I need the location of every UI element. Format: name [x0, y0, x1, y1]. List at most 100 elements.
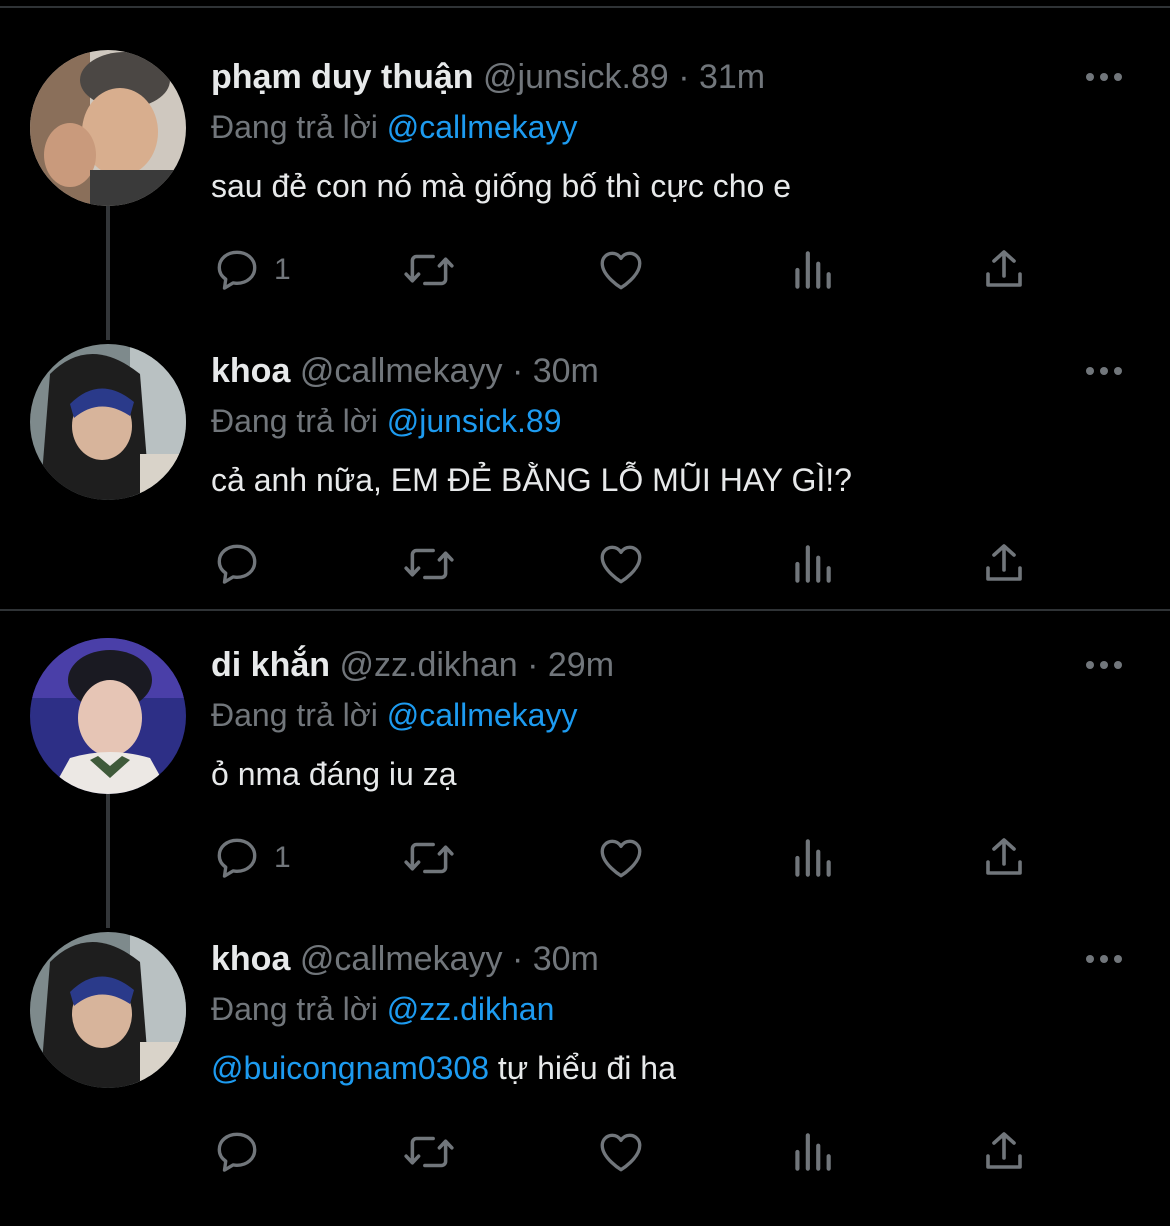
separator: ·: [511, 940, 524, 978]
reply-prefix: Đang trả lời: [211, 109, 378, 145]
tweet[interactable]: phạm duy thuận @junsick.89 · 31m Đang tr…: [0, 50, 1170, 344]
timestamp[interactable]: 31m: [699, 58, 765, 96]
top-divider: [0, 6, 1170, 8]
heart-icon: [600, 251, 642, 290]
display-name[interactable]: khoa: [211, 352, 290, 390]
share-icon: [986, 250, 1022, 287]
more-icon: [1086, 661, 1122, 669]
like-button[interactable]: [596, 538, 646, 590]
reply-context: Đang trả lời @junsick.89: [211, 399, 562, 443]
timestamp[interactable]: 30m: [533, 352, 599, 390]
like-button[interactable]: [596, 244, 646, 296]
tweet-header: phạm duy thuận @junsick.89 · 31m: [211, 55, 765, 99]
views-button[interactable]: [790, 244, 834, 296]
text-content: tự hiểu đi ha: [489, 1050, 676, 1086]
user-handle[interactable]: @callmekayy: [300, 352, 503, 390]
display-name[interactable]: di khắn: [211, 646, 330, 684]
views-button[interactable]: [790, 1126, 834, 1178]
tweet-text: ỏ nma đáng iu zạ: [211, 752, 457, 796]
text-mention[interactable]: @buicongnam0308: [211, 1050, 489, 1086]
views-icon: [795, 545, 831, 583]
text-content: ỏ nma đáng iu zạ: [211, 756, 457, 792]
heart-icon: [600, 1133, 642, 1172]
reply-to-mention[interactable]: @callmekayy: [387, 109, 578, 145]
reply-icon: [217, 838, 257, 878]
share-icon: [986, 838, 1022, 875]
share-button[interactable]: [980, 538, 1028, 590]
avatar[interactable]: [30, 344, 186, 500]
more-icon: [1086, 955, 1122, 963]
text-content: sau đẻ con nó mà giống bố thì cực cho e: [211, 168, 792, 204]
retweet-icon: [404, 1136, 454, 1168]
reply-to-mention[interactable]: @callmekayy: [387, 697, 578, 733]
retweet-icon: [404, 548, 454, 580]
reply-button[interactable]: [212, 1126, 274, 1178]
views-button[interactable]: [790, 538, 834, 590]
heart-icon: [600, 545, 642, 584]
retweet-button[interactable]: [402, 832, 456, 884]
avatar[interactable]: [30, 50, 186, 206]
share-button[interactable]: [980, 244, 1028, 296]
user-handle[interactable]: @callmekayy: [300, 940, 503, 978]
more-button[interactable]: [1082, 64, 1126, 90]
share-button[interactable]: [980, 1126, 1028, 1178]
retweet-button[interactable]: [402, 244, 456, 296]
heart-icon: [600, 839, 642, 878]
avatar[interactable]: [30, 638, 186, 794]
reply-prefix: Đang trả lời: [211, 991, 378, 1027]
timestamp[interactable]: 30m: [533, 940, 599, 978]
reply-to-mention[interactable]: @zz.dikhan: [387, 991, 555, 1027]
reply-to-mention[interactable]: @junsick.89: [387, 403, 562, 439]
reply-count: 1: [274, 253, 291, 286]
retweet-button[interactable]: [402, 538, 456, 590]
share-icon: [986, 544, 1022, 581]
tweet-text: @buicongnam0308 tự hiểu đi ha: [211, 1046, 676, 1090]
like-button[interactable]: [596, 832, 646, 884]
more-icon: [1086, 73, 1122, 81]
profile-photo-icon: [30, 932, 186, 1088]
reply-button[interactable]: 1: [212, 244, 291, 296]
separator: ·: [678, 58, 690, 96]
more-button[interactable]: [1082, 946, 1126, 972]
reply-button[interactable]: 1: [212, 832, 291, 884]
more-button[interactable]: [1082, 358, 1126, 384]
avatar[interactable]: [30, 932, 186, 1088]
display-name[interactable]: khoa: [211, 940, 290, 978]
user-handle[interactable]: @zz.dikhan: [339, 646, 517, 684]
like-button[interactable]: [596, 1126, 646, 1178]
profile-photo-icon: [30, 638, 186, 794]
reply-context: Đang trả lời @callmekayy: [211, 693, 577, 737]
more-button[interactable]: [1082, 652, 1126, 678]
user-handle[interactable]: @junsick.89: [483, 58, 669, 96]
reply-icon: [217, 250, 257, 290]
tweet-text: cả anh nữa, EM ĐẺ BẰNG LỖ MŨI HAY GÌ!?: [211, 458, 852, 502]
separator: ·: [511, 352, 524, 390]
views-icon: [795, 839, 831, 877]
tweet-header: khoa @callmekayy · 30m: [211, 937, 599, 981]
share-button[interactable]: [980, 832, 1028, 884]
tweet[interactable]: khoa @callmekayy · 30m Đang trả lời @jun…: [0, 344, 1170, 638]
profile-photo-icon: [30, 50, 186, 206]
views-icon: [795, 251, 831, 289]
tweet-header: di khắn @zz.dikhan · 29m: [211, 643, 614, 687]
retweet-icon: [404, 254, 454, 286]
reply-count: 1: [274, 841, 291, 874]
separator: ·: [527, 646, 539, 684]
retweet-icon: [404, 842, 454, 874]
reply-context: Đang trả lời @callmekayy: [211, 105, 577, 149]
reply-prefix: Đang trả lời: [211, 697, 378, 733]
text-content: cả anh nữa, EM ĐẺ BẰNG LỖ MŨI HAY GÌ!?: [211, 462, 852, 498]
timestamp[interactable]: 29m: [548, 646, 614, 684]
tweet[interactable]: di khắn @zz.dikhan · 29m Đang trả lời @c…: [0, 638, 1170, 932]
reply-prefix: Đang trả lời: [211, 403, 378, 439]
tweet-header: khoa @callmekayy · 30m: [211, 349, 599, 393]
tweet[interactable]: khoa @callmekayy · 30m Đang trả lời @zz.…: [0, 932, 1170, 1226]
reply-icon: [217, 544, 257, 584]
reply-icon: [217, 1132, 257, 1172]
reply-button[interactable]: [212, 538, 274, 590]
views-button[interactable]: [790, 832, 834, 884]
share-icon: [986, 1132, 1022, 1169]
retweet-button[interactable]: [402, 1126, 456, 1178]
display-name[interactable]: phạm duy thuận: [211, 58, 474, 96]
views-icon: [795, 1133, 831, 1171]
